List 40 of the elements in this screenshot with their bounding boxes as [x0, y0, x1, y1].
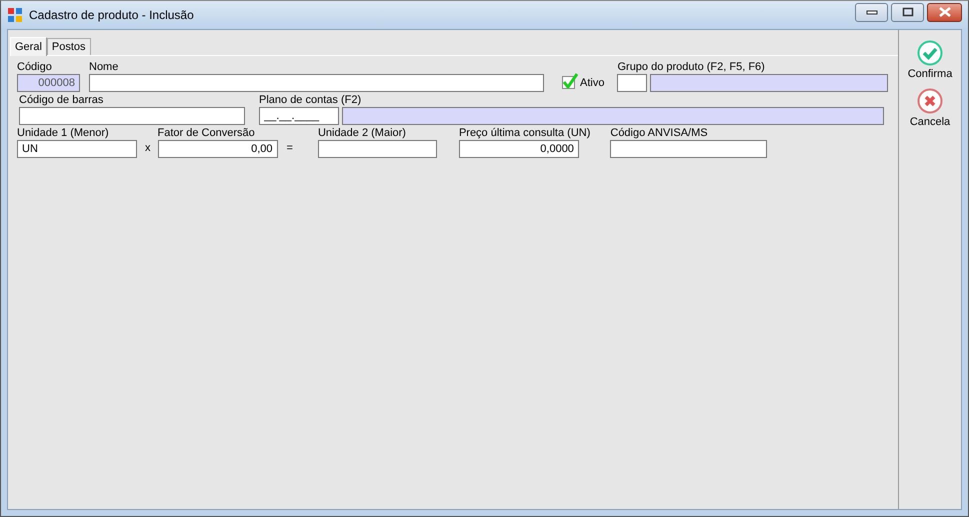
action-button[interactable]: Cancela [910, 88, 950, 128]
field-label: Grupo do produto (F2, F5, F6) [617, 61, 766, 73]
input-field[interactable] [650, 74, 888, 92]
close-button[interactable] [927, 2, 962, 22]
window-title: Cadastro de produto - Inclusão [29, 8, 194, 22]
field-label: Código ANVISA/MS [610, 127, 709, 139]
check-icon [917, 40, 943, 66]
field-label: Preço última consulta (UN) [458, 127, 590, 139]
action-button[interactable]: Confirma [908, 40, 952, 80]
tab[interactable]: Geral [10, 37, 47, 56]
operator-sign: x [145, 142, 150, 156]
input-field[interactable]: __.__.____ [259, 107, 339, 125]
close-icon [938, 7, 952, 17]
input-field[interactable] [617, 74, 648, 92]
field-label: Código [17, 61, 53, 73]
field-label: Unidade 2 (Maior) [318, 127, 407, 139]
operator-sign: = [286, 142, 293, 156]
cross-icon [916, 88, 943, 114]
maximize-button[interactable] [891, 2, 924, 22]
input-field[interactable]: UN [17, 140, 137, 158]
input-field[interactable] [342, 107, 884, 125]
minimize-icon [866, 9, 878, 15]
app-icon [7, 7, 23, 23]
input-field[interactable] [89, 74, 544, 92]
input-field[interactable] [318, 140, 437, 158]
field-label: Plano de contas (F2) [259, 94, 362, 106]
input-field[interactable]: 0,0000 [458, 140, 579, 158]
field-label: Nome [89, 61, 120, 73]
input-field[interactable] [19, 107, 245, 125]
minimize-button[interactable] [855, 2, 888, 22]
checkbox[interactable] [562, 73, 578, 89]
input-field[interactable]: 000008 [17, 74, 80, 92]
field-label: Unidade 1 (Menor) [17, 127, 110, 139]
field-label: Código de barras [19, 94, 104, 106]
maximize-icon [902, 7, 914, 17]
input-field[interactable] [610, 140, 768, 158]
tab[interactable]: Postos [46, 38, 91, 55]
field-label: Fator de Conversão [158, 127, 256, 139]
checkbox-label: Ativo [580, 77, 604, 89]
input-field[interactable]: 0,00 [158, 140, 278, 158]
